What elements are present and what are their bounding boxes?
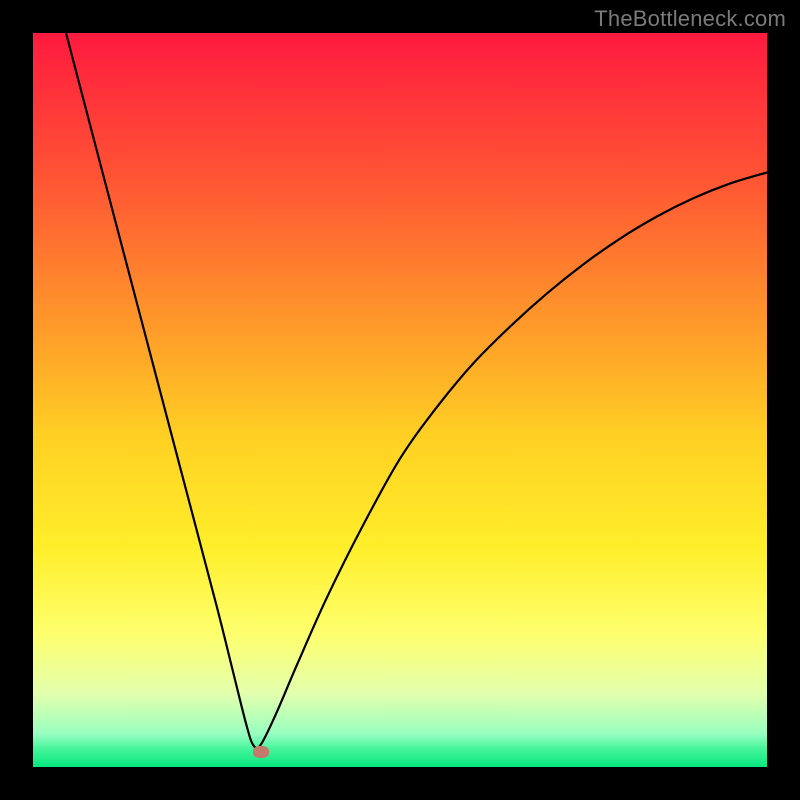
optimum-marker [253,746,269,758]
plot-area [33,33,767,767]
chart-frame: TheBottleneck.com [0,0,800,800]
background-gradient [33,33,767,767]
watermark-text: TheBottleneck.com [594,6,786,32]
